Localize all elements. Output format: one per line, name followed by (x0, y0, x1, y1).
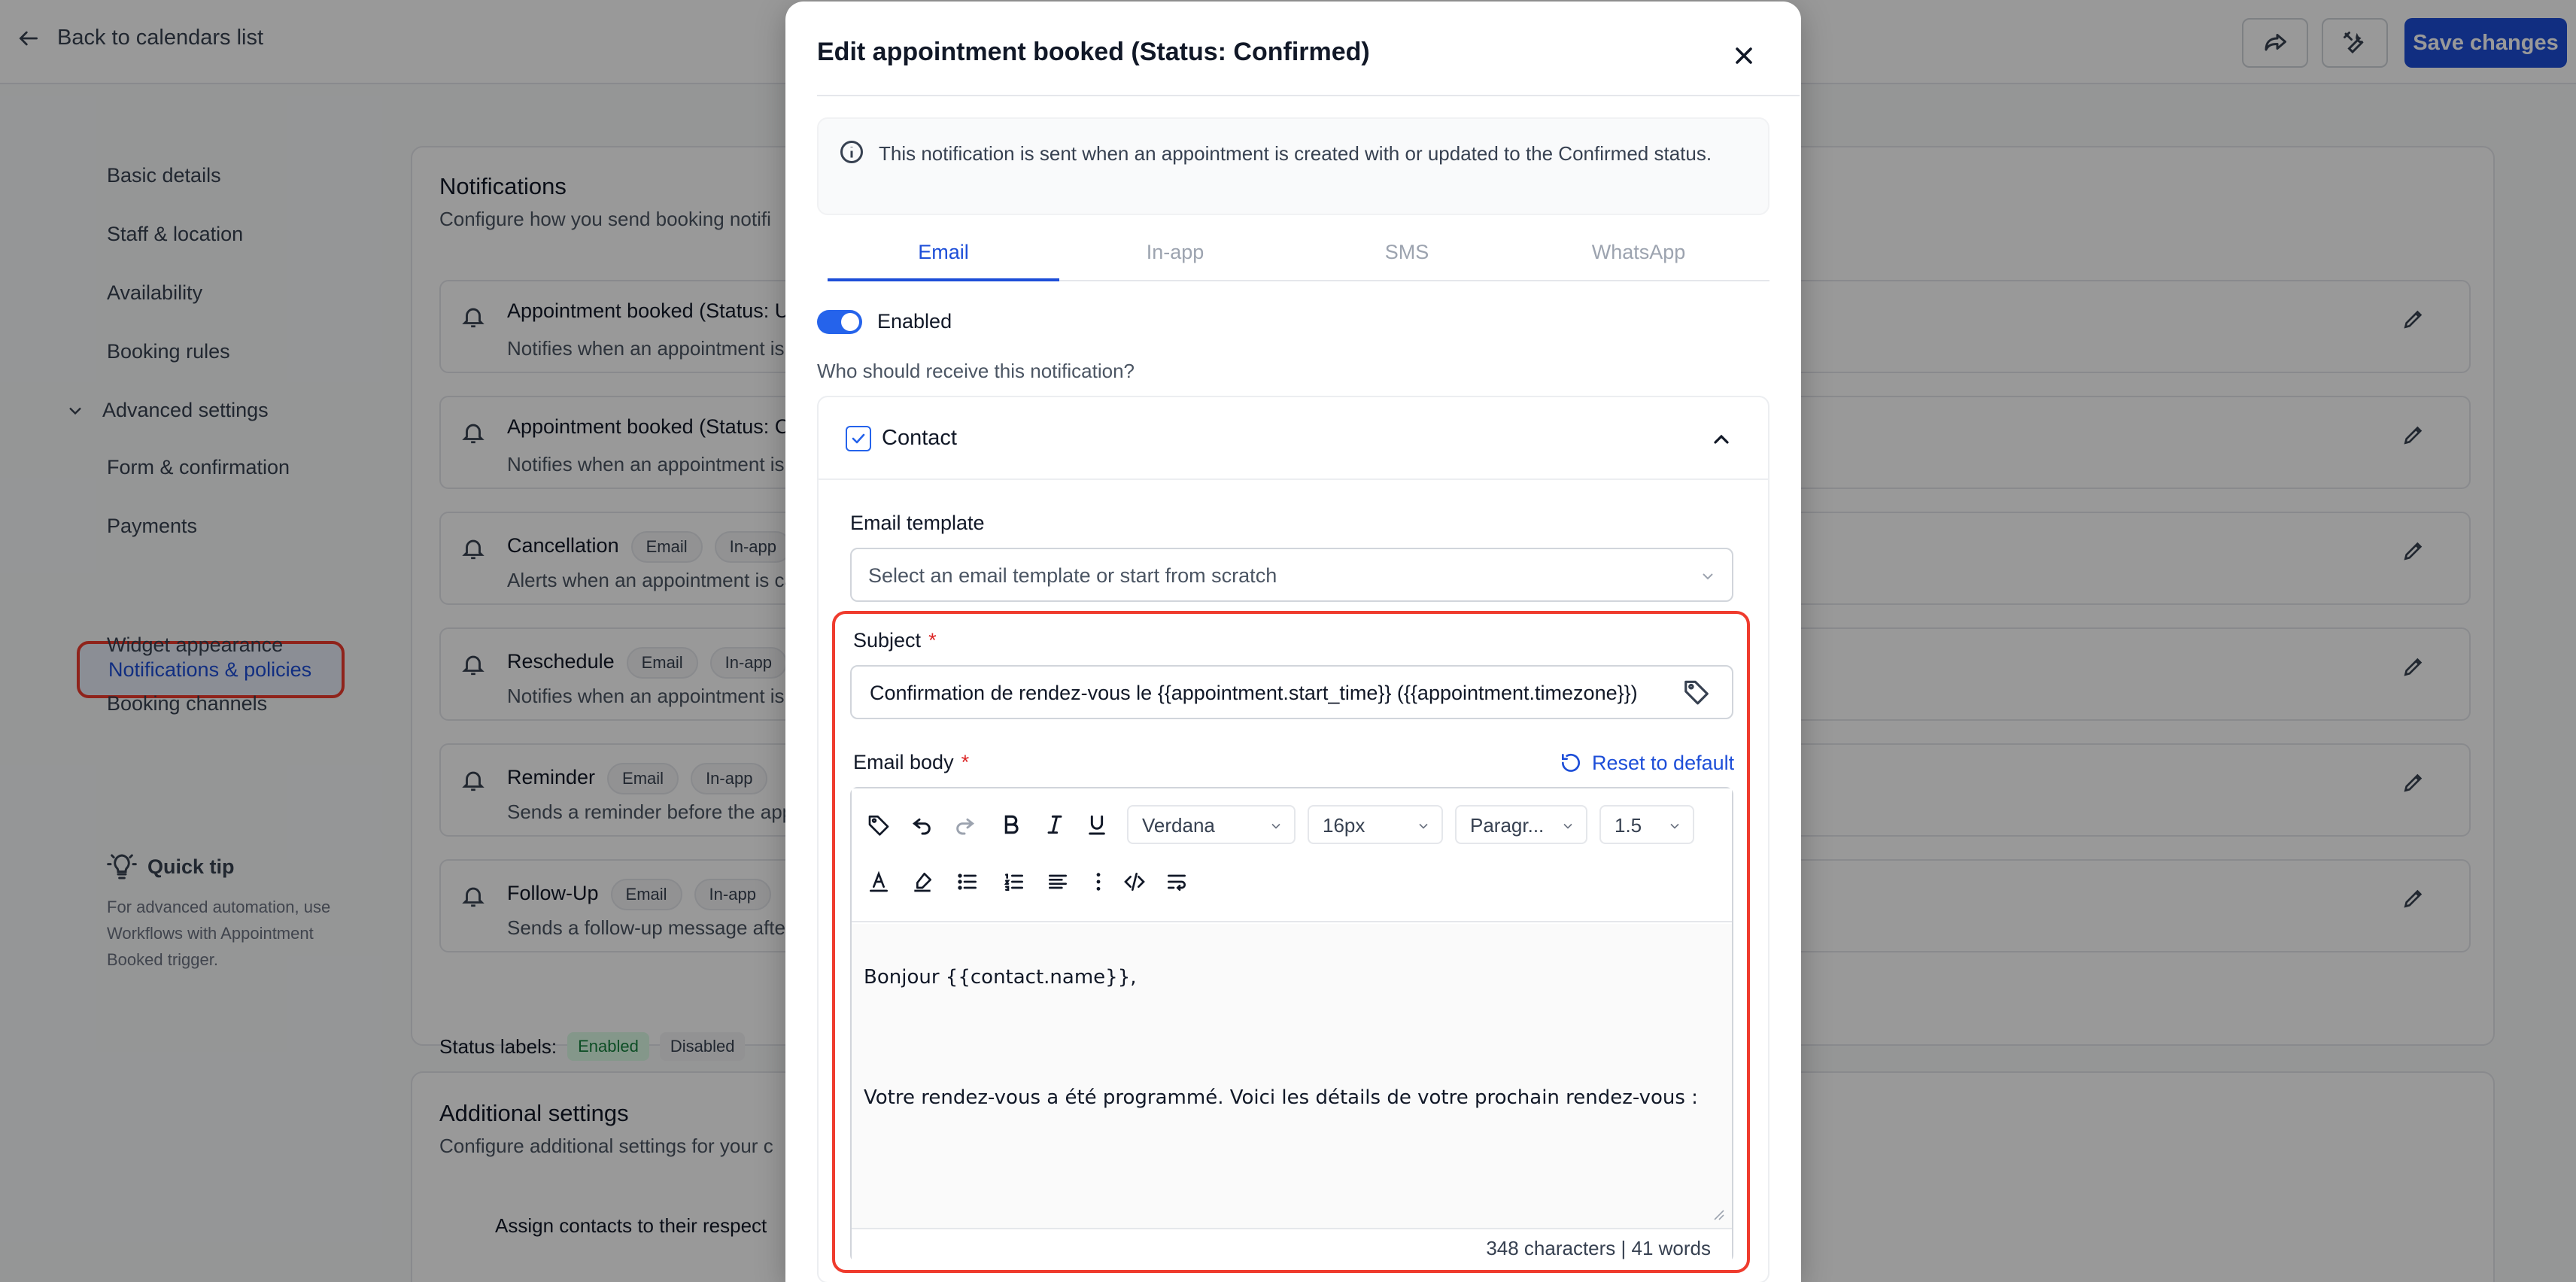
chevron-down-icon (1271, 823, 1280, 829)
email-template-select[interactable]: Select an email template or start from s… (850, 548, 1733, 602)
highlighter-icon (914, 873, 931, 892)
tab-sms[interactable]: SMS (1291, 241, 1523, 264)
tab-whatsapp[interactable]: WhatsApp (1523, 241, 1754, 264)
active-tab-indicator (828, 278, 1059, 281)
text-color-icon (870, 870, 888, 892)
line-height-value: 1.5 (1615, 814, 1642, 837)
info-banner: This notification is sent when an appoin… (817, 117, 1769, 215)
more-options-button[interactable] (1083, 867, 1113, 897)
align-button[interactable] (1043, 867, 1073, 897)
editor-toolbar: Verdana 16px Paragr... 1.5 (852, 788, 1732, 922)
line-height-select[interactable]: 1.5 (1599, 805, 1694, 844)
reset-label: Reset to default (1592, 751, 1735, 774)
block-format-value: Paragr... (1470, 814, 1545, 837)
numbered-list-icon (1004, 873, 1023, 891)
email-body-content[interactable]: Bonjour {{contact.name}}, Votre rendez-v… (852, 924, 1732, 1228)
italic-button[interactable] (1040, 810, 1070, 840)
numbered-list-button[interactable] (999, 867, 1029, 897)
required-mark: * (928, 629, 937, 652)
recipient-question: Who should receive this notification? (817, 360, 1135, 382)
code-icon (1124, 873, 1145, 891)
email-body-label-text: Email body (853, 751, 954, 773)
align-left-icon (1049, 874, 1067, 889)
underline-button[interactable] (1082, 810, 1112, 840)
reset-icon (1562, 753, 1580, 772)
bold-button[interactable] (996, 810, 1026, 840)
redo-button[interactable] (949, 810, 980, 840)
font-size-select[interactable]: 16px (1308, 805, 1443, 844)
undo-button[interactable] (907, 810, 937, 840)
redo-icon (956, 818, 975, 835)
chevron-down-icon (1703, 573, 1713, 580)
bullet-list-button[interactable] (952, 867, 983, 897)
bullet-list-icon (958, 873, 977, 890)
email-body-label: Email body * (853, 751, 969, 774)
contact-checkbox[interactable] (846, 426, 871, 451)
enabled-label: Enabled (877, 310, 952, 333)
info-text: This notification is sent when an appoin… (879, 142, 1712, 165)
check-icon (852, 433, 865, 444)
email-template-label: Email template (850, 512, 985, 534)
text-wrap-button[interactable] (1162, 867, 1192, 897)
tab-email[interactable]: Email (828, 241, 1059, 264)
bold-icon (1004, 815, 1019, 834)
character-word-counter: 348 characters | 41 words (852, 1228, 1732, 1262)
font-size-value: 16px (1323, 814, 1365, 837)
info-icon (840, 141, 863, 163)
email-body-editor: Verdana 16px Paragr... 1.5 Bonjour {{con… (850, 787, 1733, 1262)
contact-panel-header[interactable]: Contact (819, 397, 1768, 480)
undo-icon (912, 818, 931, 835)
subject-input[interactable]: Confirmation de rendez-vous le {{appoint… (850, 665, 1733, 719)
underline-icon (1089, 815, 1105, 835)
modal-divider (817, 95, 1800, 96)
merge-tag-button[interactable] (864, 810, 894, 840)
italic-icon (1047, 815, 1062, 834)
chevron-up-icon[interactable] (1709, 427, 1733, 451)
tab-in-app[interactable]: In-app (1059, 241, 1291, 264)
required-mark: * (961, 751, 970, 773)
font-family-select[interactable]: Verdana (1127, 805, 1296, 844)
modal-title: Edit appointment booked (Status: Confirm… (817, 38, 1370, 66)
resize-handle-icon[interactable] (1711, 1207, 1724, 1220)
subject-label-text: Subject (853, 629, 922, 652)
email-template-placeholder: Select an email template or start from s… (868, 564, 1277, 587)
text-wrap-icon (1168, 874, 1186, 891)
enabled-toggle[interactable] (817, 310, 862, 334)
close-icon[interactable] (1730, 42, 1757, 69)
reset-to-default-link[interactable]: Reset to default (1559, 751, 1734, 775)
contact-label: Contact (882, 426, 957, 450)
chevron-down-icon (1563, 823, 1572, 829)
tag-icon (868, 816, 889, 836)
channel-tabs: Email In-app SMS WhatsApp (828, 227, 1769, 281)
block-format-select[interactable]: Paragr... (1455, 805, 1587, 844)
tag-icon[interactable] (1682, 677, 1711, 706)
more-vertical-icon (1096, 873, 1101, 891)
chevron-down-icon (1419, 823, 1428, 829)
source-code-button[interactable] (1119, 867, 1150, 897)
subject-label: Subject * (853, 629, 937, 652)
body-line: Votre rendez-vous a été programmé. Voici… (864, 1086, 1698, 1109)
highlight-color-button[interactable] (907, 867, 937, 897)
font-family-value: Verdana (1142, 814, 1215, 837)
chevron-down-icon (1670, 823, 1679, 829)
text-color-button[interactable] (864, 867, 894, 897)
body-line: Bonjour {{contact.name}}, (864, 966, 1137, 989)
